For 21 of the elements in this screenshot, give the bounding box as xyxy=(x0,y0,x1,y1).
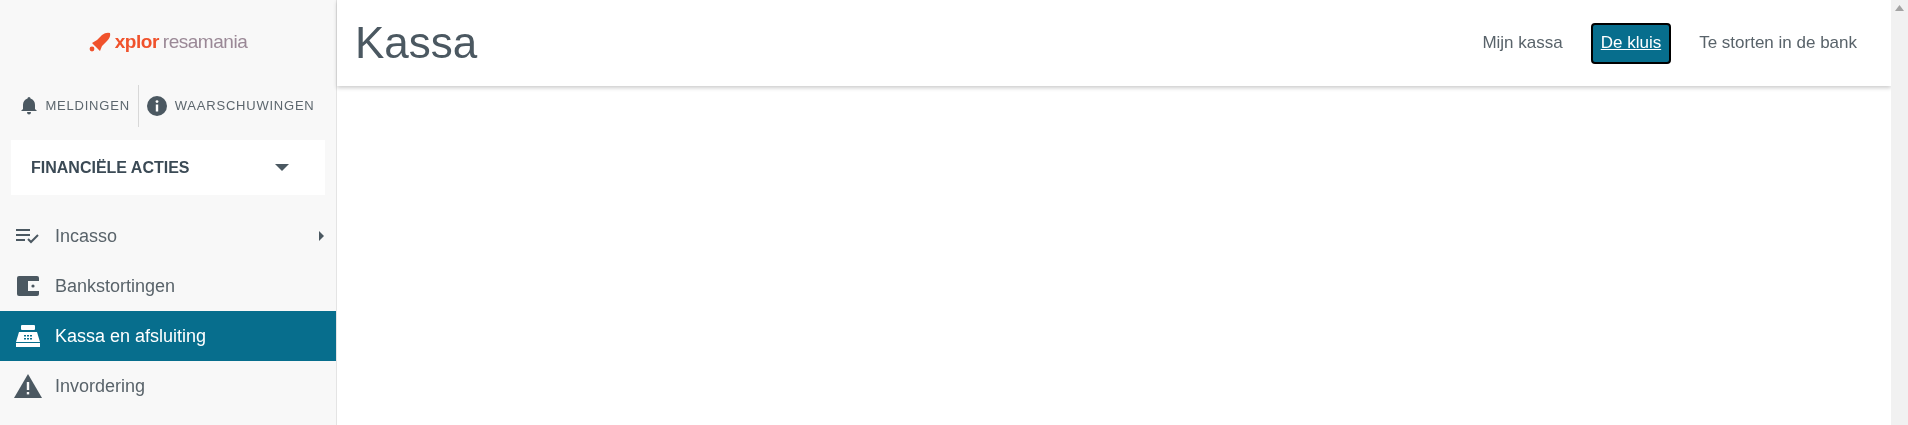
cash-register-icon xyxy=(15,325,41,347)
logo-text: resamania xyxy=(162,29,248,54)
section-dropdown[interactable]: FINANCIËLE ACTIES xyxy=(11,140,325,195)
warning-icon xyxy=(14,374,42,398)
bell-icon xyxy=(21,97,38,115)
sidebar-item[interactable]: Kassa en afsluiting xyxy=(0,311,336,361)
logo-text: xplor xyxy=(114,29,159,54)
scroll-up-icon[interactable] xyxy=(1895,5,1904,11)
wallet-icon xyxy=(16,275,40,297)
tab[interactable]: De kluis xyxy=(1590,22,1672,64)
notification-link[interactable]: WAARSCHUWINGEN xyxy=(137,85,323,127)
sidebar-item[interactable]: Invordering xyxy=(0,361,336,411)
checklist-icon xyxy=(16,228,40,244)
info-icon xyxy=(146,96,167,116)
tab[interactable]: Mijn kassa xyxy=(1474,22,1571,64)
tab[interactable]: Te storten in de bank xyxy=(1691,22,1865,64)
page-title: Kassa xyxy=(355,17,478,69)
notification-link[interactable]: MELDINGEN xyxy=(13,85,138,127)
sidebar-item[interactable]: Bankstortingen xyxy=(0,261,336,311)
sidebar-item[interactable]: Incasso xyxy=(0,211,336,261)
rocket-icon xyxy=(88,32,111,52)
